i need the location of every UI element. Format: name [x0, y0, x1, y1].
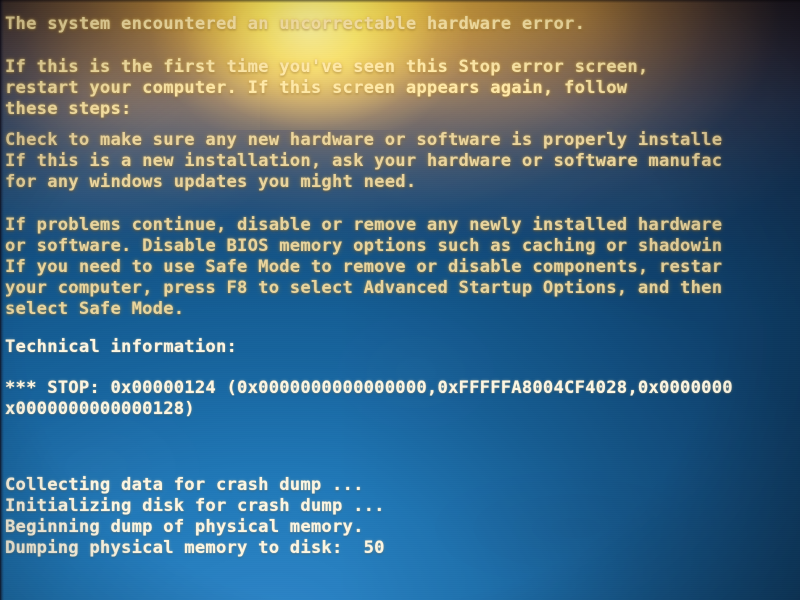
dump-progress-line: Dumping physical memory to disk: 50	[5, 538, 385, 558]
paragraph2-line-2: or software. Disable BIOS memory options…	[5, 236, 723, 256]
frame-top-edge	[0, 0, 800, 3]
paragraph1-line-1: Check to make sure any new hardware or s…	[5, 130, 723, 150]
paragraph1-line-2: If this is a new installation, ask your …	[5, 151, 723, 171]
stop-error-text: The system encountered an uncorrectable …	[0, 0, 800, 600]
paragraph2-line-1: If problems continue, disable or remove …	[5, 215, 723, 235]
dump-status-line-2: Initializing disk for crash dump ...	[5, 496, 385, 516]
paragraph2-line-4: your computer, press F8 to select Advanc…	[5, 278, 723, 298]
stop-code-line-1: *** STOP: 0x00000124 (0x0000000000000000…	[5, 378, 733, 398]
paragraph2-line-3: If you need to use Safe Mode to remove o…	[5, 257, 723, 277]
dump-status-line-3: Beginning dump of physical memory.	[5, 517, 364, 537]
stop-code-line-2: x0000000000000128)	[5, 399, 195, 419]
intro-line-2: restart your computer. If this screen ap…	[5, 78, 628, 98]
paragraph2-line-5: select Safe Mode.	[5, 299, 185, 319]
paragraph1-line-3: for any windows updates you might need.	[5, 172, 417, 192]
error-headline: The system encountered an uncorrectable …	[5, 14, 586, 34]
dump-status-line-1: Collecting data for crash dump ...	[5, 475, 364, 495]
technical-heading: Technical information:	[5, 337, 238, 357]
frame-left-edge	[0, 0, 4, 600]
intro-line-3: these steps:	[5, 99, 132, 119]
bsod-screen-photo: The system encountered an uncorrectable …	[0, 0, 800, 600]
intro-line-1: If this is the first time you've seen th…	[5, 57, 649, 77]
